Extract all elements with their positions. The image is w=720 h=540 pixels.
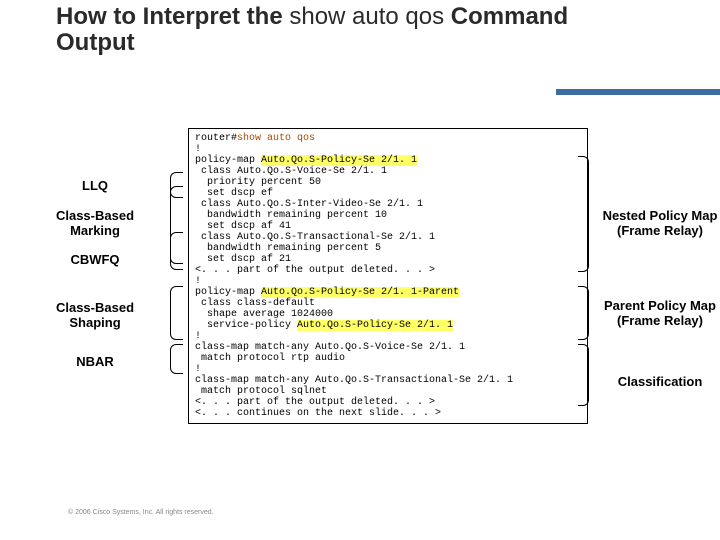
brace-icon: [170, 172, 183, 198]
code-l25: <. . . part of the output deleted. . . >: [195, 397, 435, 408]
brace-icon: [170, 344, 183, 374]
code-l13: <. . . part of the output deleted. . . >: [195, 265, 435, 276]
code-l3a: policy-map: [195, 155, 261, 166]
code-l14: !: [195, 276, 201, 287]
code-l23: class-map match-any Auto.Qo.S-Transactio…: [195, 375, 513, 386]
label-parent-policy-map: Parent Policy Map (Frame Relay): [590, 298, 720, 328]
code-l4: class Auto.Qo.S-Voice-Se 2/1. 1: [195, 166, 387, 177]
code-l17: shape average 1024000: [195, 309, 333, 320]
code-l2: !: [195, 144, 201, 155]
code-l12: set dscp af 21: [195, 254, 291, 265]
label-cbwfq: CBWFQ: [20, 252, 170, 267]
code-l19: !: [195, 331, 201, 342]
label-class-based-marking: Class-Based Marking: [20, 208, 170, 238]
code-l6: set dscp ef: [195, 188, 273, 199]
code-l1a: router#: [195, 133, 237, 144]
code-l16: class class-default: [195, 298, 315, 309]
label-llq: LLQ: [20, 178, 170, 193]
code-l21: match protocol rtp audio: [195, 353, 345, 364]
code-l18b: Auto.Qo.S-Policy-Se 2/1. 1: [297, 320, 453, 331]
code-l22: !: [195, 364, 201, 375]
page-title: How to Interpret the show auto qos Comma…: [56, 4, 720, 57]
label-nbar: NBAR: [20, 354, 170, 369]
brace-icon: [170, 286, 183, 340]
code-l15a: policy-map: [195, 287, 261, 298]
code-l5: priority percent 50: [195, 177, 321, 188]
code-l7: class Auto.Qo.S-Inter-Video-Se 2/1. 1: [195, 199, 423, 210]
code-l20: class-map match-any Auto.Qo.S-Voice-Se 2…: [195, 342, 465, 353]
title-part2: show auto qos: [289, 3, 450, 30]
code-l15b: Auto.Qo.S-Policy-Se 2/1. 1-Parent: [261, 287, 459, 298]
label-class-based-shaping: Class-Based Shaping: [20, 300, 170, 330]
title-part1: How to Interpret the: [56, 3, 289, 30]
title-part3: Command: [451, 3, 568, 30]
title-block: How to Interpret the show auto qos Comma…: [0, 0, 720, 57]
brace-icon: [170, 232, 183, 270]
code-l24: match protocol sqlnet: [195, 386, 327, 397]
code-l18a: service-policy: [195, 320, 297, 331]
code-l11: bandwidth remaining percent 5: [195, 243, 381, 254]
label-classification: Classification: [590, 374, 720, 389]
brace-icon: [170, 186, 183, 264]
code-l3b: Auto.Qo.S-Policy-Se 2/1. 1: [261, 155, 417, 166]
code-l1b: show auto qos: [237, 133, 315, 144]
code-l9: set dscp af 41: [195, 221, 291, 232]
title-part4: Output: [56, 29, 135, 56]
code-l26: <. . . continues on the next slide. . . …: [195, 408, 441, 419]
label-nested-policy-map: Nested Policy Map (Frame Relay): [590, 208, 720, 238]
accent-stripe: [0, 0, 720, 6]
copyright-footer: © 2006 Cisco Systems, Inc. All rights re…: [68, 509, 214, 516]
code-l8: bandwidth remaining percent 10: [195, 210, 387, 221]
code-l10: class Auto.Qo.S-Transactional-Se 2/1. 1: [195, 232, 435, 243]
cli-output-box: router#show auto qos ! policy-map Auto.Q…: [188, 128, 588, 424]
